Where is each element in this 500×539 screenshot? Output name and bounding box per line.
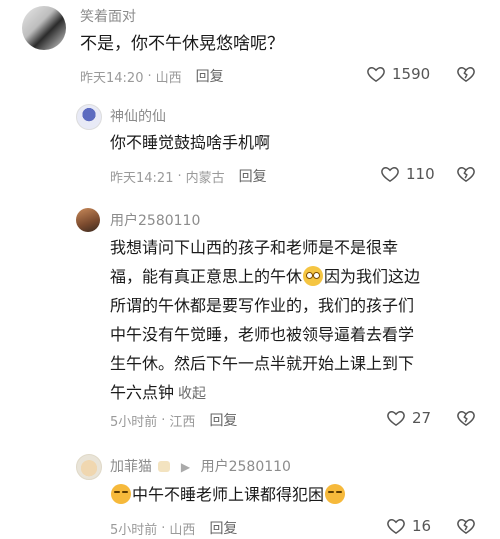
like-button[interactable]: 16 [386, 516, 431, 536]
username[interactable]: 加菲猫 [110, 459, 152, 475]
laughing-emoji [325, 484, 346, 504]
username[interactable]: 神仙的仙 [110, 106, 166, 126]
comment-meta: 昨天14:20 · 山西 回复 [80, 66, 224, 86]
collapse-link[interactable]: 收起 [178, 386, 206, 402]
like-count: 27 [412, 409, 432, 427]
avatar[interactable] [76, 104, 102, 130]
heart-icon [387, 410, 405, 426]
location: 江西 [169, 414, 196, 430]
reply-button[interactable]: 回复 [209, 518, 237, 538]
avatar[interactable] [22, 6, 66, 50]
comment-meta: 5小时前 · 江西 回复 [110, 410, 237, 430]
laughing-emoji [111, 484, 131, 504]
heart-icon [381, 166, 399, 182]
reply-button[interactable]: 回复 [196, 66, 224, 86]
avatar[interactable] [76, 454, 102, 480]
reply-arrow-icon: ▶ [180, 460, 191, 474]
reply-to-username[interactable]: 用户2580110 [201, 459, 291, 475]
avatar[interactable] [76, 208, 100, 232]
broken-heart-icon[interactable] [456, 408, 476, 428]
username[interactable]: 用户2580110 [110, 210, 200, 230]
like-count: 1590 [392, 65, 431, 83]
username[interactable]: 笑着面对 [80, 6, 136, 26]
cat-emoji [158, 461, 171, 472]
broken-heart-icon[interactable] [456, 164, 476, 184]
heart-icon [387, 518, 405, 534]
timestamp: 昨天14:20 [80, 70, 144, 86]
broken-heart-icon[interactable] [456, 516, 476, 536]
comment-text: 不是，你不午休晃悠啥呢？ [80, 34, 284, 54]
broken-heart-icon[interactable] [456, 64, 476, 84]
like-count: 16 [412, 517, 432, 535]
comment-text: 中午不睡老师上课都得犯困 [110, 480, 346, 509]
timestamp: 昨天14:21 [110, 170, 174, 186]
location: 内蒙古 [185, 170, 225, 186]
like-button[interactable]: 27 [386, 408, 431, 428]
location: 山西 [169, 522, 196, 538]
heart-icon [367, 66, 385, 82]
comment-meta: 昨天14:21 · 内蒙古 回复 [110, 166, 267, 186]
timestamp: 5小时前 [110, 414, 158, 430]
dizzy-emoji [303, 266, 324, 286]
location: 山西 [155, 70, 182, 86]
like-button[interactable]: 110 [380, 164, 435, 184]
comment-text: 我想请问下山西的孩子和老师是不是很幸 福，能有真正意思上的午休 因为我们这边 所谓… [110, 238, 421, 402]
timestamp: 5小时前 [110, 522, 158, 538]
like-count: 110 [406, 165, 435, 183]
reply-header: 加菲猫 ▶ 用户2580110 [110, 456, 291, 476]
reply-button[interactable]: 回复 [209, 410, 237, 430]
like-button[interactable]: 1590 [366, 64, 430, 84]
reply-button[interactable]: 回复 [239, 166, 267, 186]
comment-text: 你不睡觉鼓捣啥手机啊 [110, 133, 271, 152]
comment-meta: 5小时前 · 山西 回复 [110, 518, 237, 538]
